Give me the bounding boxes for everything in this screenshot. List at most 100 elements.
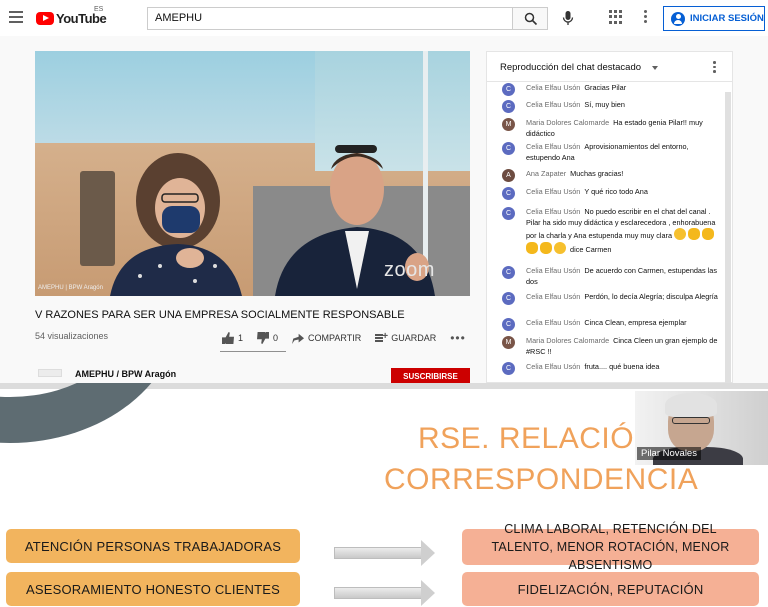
chat-text: fruta.... qué buena idea bbox=[584, 362, 660, 371]
chat-mode-dropdown[interactable]: Reproducción del chat destacado bbox=[500, 62, 641, 73]
thumbs-down-icon bbox=[257, 332, 269, 344]
chat-message: C Celia Elfau Usón Sí, muy bien bbox=[502, 100, 724, 113]
video-player[interactable]: zoom AMEPHU | BPW Aragón bbox=[35, 51, 470, 296]
author-avatar[interactable]: C bbox=[502, 266, 515, 279]
chat-author[interactable]: Celia Elfau Usón bbox=[526, 207, 580, 216]
right-box-2: FIDELIZACIÓN, REPUTACIÓN bbox=[462, 572, 759, 606]
chat-author[interactable]: Maria Dolores Calomarde bbox=[526, 336, 609, 345]
channel-name[interactable]: AMEPHU / BPW Aragón bbox=[75, 369, 176, 379]
signin-label: INICIAR SESIÓN bbox=[690, 13, 764, 24]
video-title: V RAZONES PARA SER UNA EMPRESA SOCIALMEN… bbox=[35, 309, 405, 321]
chat-message-body: Celia Elfau Usón Sí, muy bien bbox=[526, 100, 724, 111]
chat-message-body: Celia Elfau Usón Cinca Clean, empresa eje… bbox=[526, 318, 724, 329]
chat-message-body: Celia Elfau Usón Y qué rico todo Ana bbox=[526, 187, 724, 198]
presenter-name: Pilar Novales bbox=[637, 447, 701, 460]
chat-message-body: Celia Elfau Usón Gracias Pilar bbox=[526, 83, 724, 94]
chat-message-body: Celia Elfau Usón De acuerdo con Carmen, e… bbox=[526, 266, 724, 287]
search-icon bbox=[524, 12, 538, 26]
chat-header: Reproducción del chat destacado bbox=[487, 52, 732, 82]
slide-title-line2: CORRESPONDENCIA bbox=[384, 463, 699, 496]
slide-title-line1: RSE. RELACIÓN bbox=[418, 422, 657, 455]
menu-icon[interactable] bbox=[9, 11, 23, 23]
chat-message: C Celia Elfau Usón Gracias Pilar bbox=[502, 83, 724, 96]
youtube-page: YouTube ES AMEPHU INICIAR SESIÓN zoom AM… bbox=[0, 0, 768, 383]
chat-author[interactable]: Ana Zapater bbox=[526, 169, 566, 178]
chat-author[interactable]: Celia Elfau Usón bbox=[526, 266, 580, 275]
chat-message-body: Celia Elfau Usón No puedo escribir en el … bbox=[526, 207, 724, 255]
chat-replay-panel: Reproducción del chat destacado C Celia E… bbox=[486, 51, 733, 383]
clap-emoji-icon bbox=[526, 241, 538, 254]
search-button[interactable] bbox=[512, 7, 548, 30]
dropdown-caret-icon[interactable] bbox=[652, 66, 658, 70]
chat-more-icon[interactable] bbox=[713, 61, 717, 75]
playlist-add-icon bbox=[375, 331, 388, 344]
chat-message-body: Maria Dolores Calomarde Cinca Cleen un gr… bbox=[526, 336, 724, 357]
chat-author[interactable]: Celia Elfau Usón bbox=[526, 362, 580, 371]
author-avatar[interactable]: C bbox=[502, 100, 515, 113]
chat-message: C Celia Elfau Usón No puedo escribir en el… bbox=[502, 207, 724, 255]
author-avatar[interactable]: C bbox=[502, 362, 515, 375]
chat-author[interactable]: Maria Dolores Calomarde bbox=[526, 118, 609, 127]
author-avatar[interactable]: C bbox=[502, 83, 515, 96]
view-count: 54 visualizaciones bbox=[35, 331, 109, 341]
thumbs-up-icon bbox=[222, 332, 234, 344]
chat-author[interactable]: Celia Elfau Usón bbox=[526, 187, 580, 196]
author-avatar[interactable]: C bbox=[502, 207, 515, 220]
youtube-logo[interactable]: YouTube ES bbox=[36, 6, 107, 27]
account-icon bbox=[671, 11, 685, 26]
share-label: COMPARTIR bbox=[308, 333, 362, 343]
chat-author[interactable]: Celia Elfau Usón bbox=[526, 292, 580, 301]
chat-message: C Celia Elfau Usón De acuerdo con Carmen, … bbox=[502, 266, 724, 287]
dislike-count: 0 bbox=[273, 333, 279, 343]
share-button[interactable]: COMPARTIR bbox=[292, 332, 361, 344]
chat-author[interactable]: Celia Elfau Usón bbox=[526, 318, 580, 327]
chat-message-body: Celia Elfau Usón Perdón, lo decía Alegría… bbox=[526, 292, 724, 303]
chat-message: C Celia Elfau Usón Y qué rico todo Ana bbox=[502, 187, 724, 200]
clap-emoji-icon bbox=[688, 228, 701, 240]
author-avatar[interactable]: C bbox=[502, 318, 515, 331]
left-box-2: ASESORAMIENTO HONESTO CLIENTES bbox=[6, 572, 300, 606]
author-avatar[interactable]: M bbox=[502, 336, 515, 349]
clap-emoji-icon bbox=[702, 228, 715, 240]
save-button[interactable]: GUARDAR bbox=[375, 331, 436, 344]
chat-author[interactable]: Celia Elfau Usón bbox=[526, 100, 580, 109]
more-actions-icon[interactable]: ••• bbox=[450, 331, 466, 345]
signin-button[interactable]: INICIAR SESIÓN bbox=[663, 6, 765, 31]
chat-scrollbar[interactable] bbox=[725, 92, 731, 383]
author-avatar[interactable]: C bbox=[502, 187, 515, 200]
chat-message-body: Ana Zapater Muchas gracias! bbox=[526, 169, 724, 180]
chat-author[interactable]: Celia Elfau Usón bbox=[526, 83, 580, 92]
author-avatar[interactable]: M bbox=[502, 118, 515, 131]
subscribe-button[interactable]: SUSCRIBIRSE bbox=[391, 368, 470, 383]
chat-text-continued: dice Carmen bbox=[570, 244, 612, 254]
chat-message-body: Celia Elfau Usón fruta.... qué buena idea bbox=[526, 362, 724, 373]
chat-message-body: Maria Dolores Calomarde Ha estado genia P… bbox=[526, 118, 724, 139]
arrow-2 bbox=[334, 580, 435, 606]
chat-text: Cinca Clean, empresa ejemplar bbox=[584, 318, 687, 327]
author-avatar[interactable]: A bbox=[502, 169, 515, 182]
arrow-1 bbox=[334, 540, 435, 566]
microphone-icon[interactable] bbox=[559, 9, 577, 27]
channel-avatar[interactable] bbox=[38, 369, 62, 377]
chat-text: Muchas gracias! bbox=[570, 169, 624, 178]
chat-author[interactable]: Celia Elfau Usón bbox=[526, 142, 580, 151]
author-avatar[interactable]: C bbox=[502, 142, 515, 155]
chat-message: C Celia Elfau Usón Perdón, lo decía Alegrí… bbox=[502, 292, 724, 305]
chat-message-body: Celia Elfau Usón Aprovisionamientos del e… bbox=[526, 142, 724, 163]
apps-grid-icon[interactable] bbox=[609, 10, 623, 24]
webcam-hair bbox=[665, 393, 717, 417]
right-box-1: CLIMA LABORAL, RETENCIÓN DEL TALENTO, ME… bbox=[462, 522, 759, 572]
settings-more-icon[interactable] bbox=[642, 10, 648, 26]
presentation-slide: RSE. RELACIÓN CORRESPONDENCIA ATENCIÓN P… bbox=[0, 383, 768, 607]
chat-message: C Celia Elfau Usón Aprovisionamientos del … bbox=[502, 142, 724, 163]
like-ratio-bar bbox=[220, 351, 286, 352]
chat-message: C Celia Elfau Usón fruta.... qué buena ide… bbox=[502, 362, 724, 375]
like-button[interactable]: 1 bbox=[222, 332, 243, 344]
dislike-button[interactable]: 0 bbox=[257, 332, 278, 344]
masthead: YouTube ES AMEPHU INICIAR SESIÓN bbox=[0, 0, 768, 36]
chat-message: M Maria Dolores Calomarde Cinca Cleen un g… bbox=[502, 336, 724, 357]
decorative-arc bbox=[0, 383, 180, 443]
author-avatar[interactable]: C bbox=[502, 292, 515, 305]
search-input[interactable]: AMEPHU bbox=[147, 7, 513, 30]
chat-message: A Ana Zapater Muchas gracias! bbox=[502, 169, 724, 182]
